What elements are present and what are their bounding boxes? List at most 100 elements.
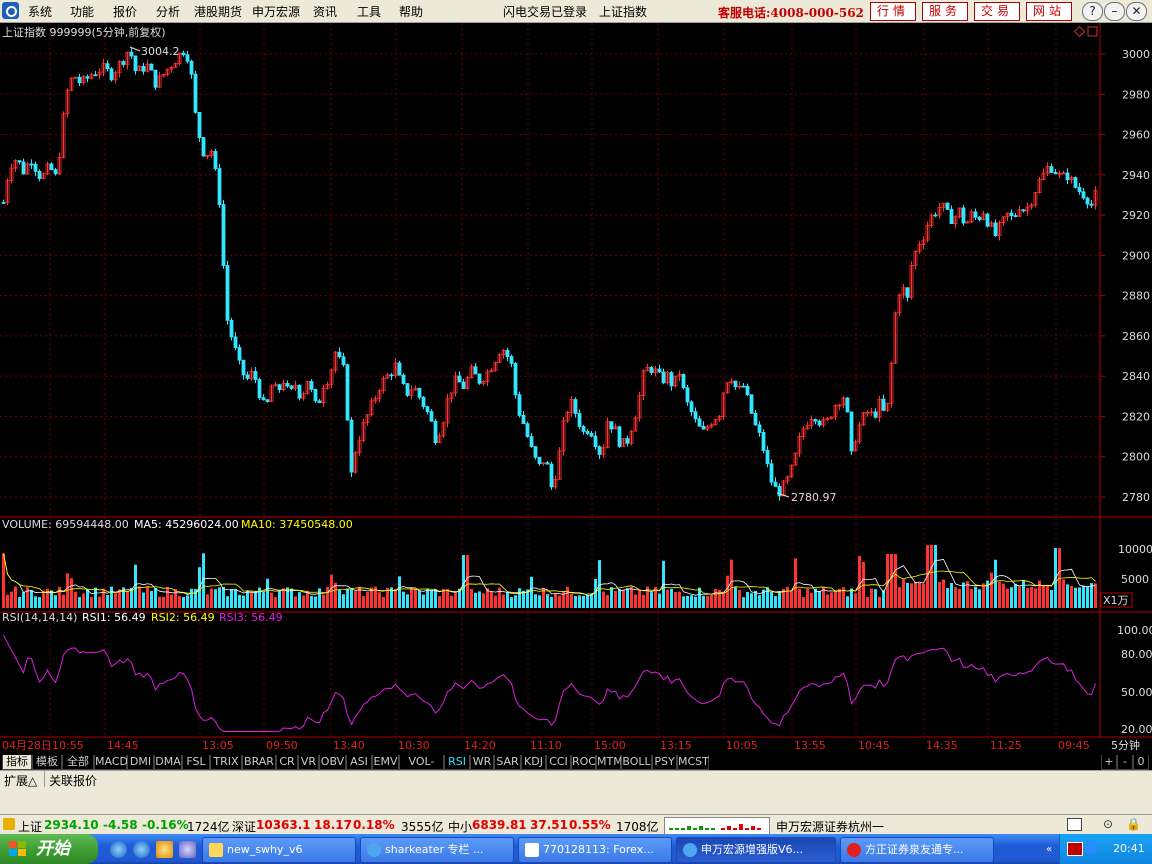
lock-icon[interactable]: 🔒 (1126, 817, 1141, 831)
indicator-tab-mtm[interactable]: MTM (596, 755, 623, 770)
chart-corner-icons[interactable] (1073, 25, 1098, 38)
network-icon[interactable] (1085, 842, 1097, 854)
candle-body (593, 435, 598, 448)
volume-bar (670, 588, 673, 608)
indicator-tab-cci[interactable]: CCI (546, 755, 571, 770)
indicator-tab-dma[interactable]: DMA (154, 755, 182, 770)
time-label: 13:05 (202, 739, 234, 752)
candle-body (617, 426, 622, 447)
ie-icon[interactable] (110, 841, 127, 858)
desktop-icon[interactable] (156, 841, 173, 858)
minimize-icon[interactable]: – (1104, 2, 1125, 21)
menu-hk-futures[interactable]: 港股期货 (194, 3, 242, 20)
menu-tools[interactable]: 工具 (357, 3, 381, 20)
volume-bar (974, 586, 977, 608)
menu-function[interactable]: 功能 (70, 3, 94, 20)
tray-expand-icon[interactable]: « (1046, 844, 1052, 855)
candle-body (577, 413, 582, 427)
candle-body (149, 63, 154, 71)
zx-name[interactable]: 中小 (448, 818, 472, 835)
zoom-in-button[interactable]: + (1101, 755, 1117, 770)
candle-body (681, 373, 686, 389)
service-button[interactable]: 服务 (922, 2, 968, 21)
candle-body (225, 265, 230, 321)
trade-button[interactable]: 交易 (974, 2, 1020, 21)
time-label: 10:05 (726, 739, 758, 752)
menu-help[interactable]: 帮助 (399, 3, 423, 20)
help-icon[interactable]: ? (1082, 2, 1103, 21)
indicator-tab-vr[interactable]: VR (298, 755, 319, 770)
task-founder[interactable]: 方正证券泉友通专... (840, 837, 994, 863)
price-tick-2900: 2900 (1122, 249, 1150, 262)
volume-bar (58, 586, 61, 608)
zoom-reset-button[interactable]: 0 (1133, 755, 1149, 770)
indicator-tab-sar[interactable]: SAR (494, 755, 521, 770)
volume-bar (378, 592, 381, 608)
volume-bar (978, 589, 981, 608)
menu-swhy[interactable]: 申万宏源 (252, 3, 300, 20)
indicator-tab-psy[interactable]: PSY (652, 755, 677, 770)
volume-bar (510, 597, 513, 608)
candle-body (849, 411, 854, 452)
volume-bar (634, 594, 637, 608)
indicator-tab-asi[interactable]: ASI (346, 755, 372, 770)
volume-bar (314, 596, 317, 608)
indicator-tab-macd[interactable]: MACD (94, 755, 128, 770)
website-button[interactable]: 网站 (1026, 2, 1072, 21)
menu-system[interactable]: 系统 (28, 3, 52, 20)
window-icon[interactable] (1067, 818, 1082, 831)
candle-body (585, 431, 590, 434)
indicator-tab-roc[interactable]: ROC (571, 755, 596, 770)
sh-name[interactable]: 上证 (18, 818, 42, 835)
zx-amount: 1708亿 (616, 820, 659, 834)
menu-quote[interactable]: 报价 (113, 3, 137, 20)
menu-info[interactable]: 资讯 (313, 3, 337, 20)
media-icon[interactable] (179, 841, 196, 858)
volume-bar (114, 593, 117, 608)
ie-icon-2[interactable] (133, 841, 150, 858)
candle-body (945, 202, 950, 210)
indicator-tab-rsi[interactable]: RSI (444, 755, 470, 770)
volume-bar (454, 593, 457, 608)
task-swhy[interactable]: 申万宏源增强版V6... (676, 837, 836, 863)
indicator-tab-obv[interactable]: OBV (319, 755, 346, 770)
candle-body (401, 374, 406, 384)
indicator-tab-dmi[interactable]: DMI (127, 755, 154, 770)
sz-name[interactable]: 深证 (232, 818, 256, 835)
indicator-tab-mcst[interactable]: MCST (677, 755, 709, 770)
volume-bar (1074, 587, 1077, 608)
volume-bar (574, 596, 577, 608)
volume-bar (78, 597, 81, 608)
candle-body (741, 385, 746, 388)
quote-button[interactable]: 行情 (870, 2, 916, 21)
flag-icon[interactable] (1067, 842, 1083, 856)
indicator-tab-trix[interactable]: TRIX (210, 755, 242, 770)
indicator-tab-cr[interactable]: CR (276, 755, 298, 770)
indicator-tab-全部[interactable]: 全部 (62, 755, 94, 770)
candle-body (529, 436, 534, 448)
close-icon[interactable]: ✕ (1126, 2, 1147, 21)
signal-icon[interactable]: ⊙ (1103, 817, 1113, 831)
volume-bar (1066, 584, 1069, 608)
indicator-tab-fsl[interactable]: FSL (182, 755, 210, 770)
menu-analysis[interactable]: 分析 (156, 3, 180, 20)
indicator-tab-模板[interactable]: 模板 (32, 755, 62, 770)
task-folder[interactable]: new_swhy_v6 (202, 837, 356, 863)
price-candles (1, 47, 1098, 501)
task-browser-1[interactable]: sharkeater 专栏 ... (360, 837, 514, 863)
volume-tick-5000: 5000 (1121, 573, 1149, 586)
volume-bar (738, 590, 741, 608)
indicator-tab-vol-tdx[interactable]: VOL-TDX (399, 755, 444, 782)
indicator-tab-wr[interactable]: WR (470, 755, 494, 770)
start-button[interactable]: 开始 (0, 834, 98, 864)
period-label[interactable]: 5分钟 (1111, 738, 1140, 752)
zoom-out-button[interactable]: - (1117, 755, 1133, 770)
indicator-tab-kdj[interactable]: KDJ (521, 755, 546, 770)
indicator-tab-brar[interactable]: BRAR (242, 755, 276, 770)
indicator-tab-boll[interactable]: BOLL (621, 755, 652, 770)
chart-area[interactable]: 3000 2980 2960 2940 2920 2900 2880 2860 2840 2820… (0, 23, 1152, 754)
candle-body (253, 371, 258, 380)
indicator-tab-emv[interactable]: EMV (372, 755, 399, 770)
task-forex[interactable]: 770128113: Forex... (518, 837, 672, 863)
indicator-tab-指标[interactable]: 指标 (2, 755, 32, 770)
